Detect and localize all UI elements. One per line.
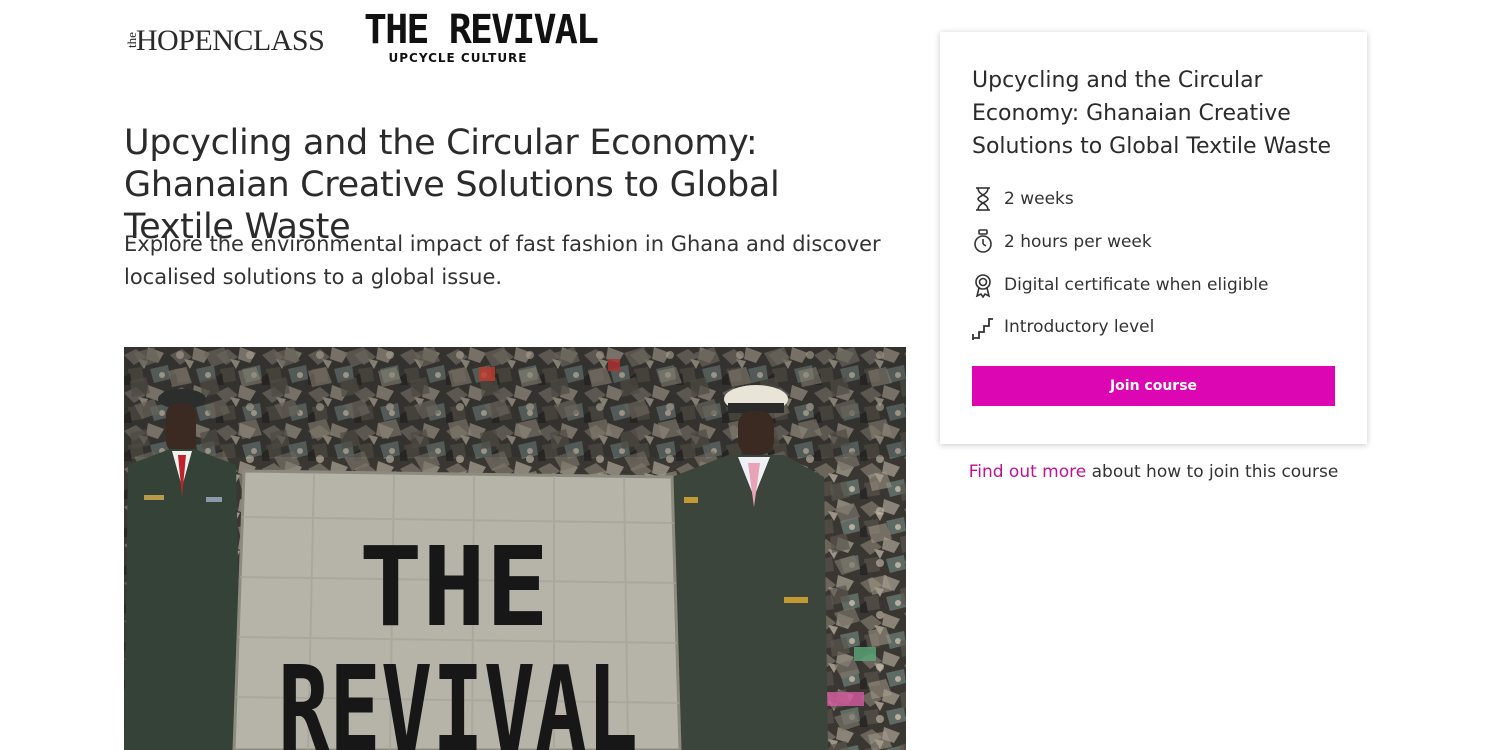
fact-weekly-hours-label: 2 hours per week (1004, 232, 1152, 253)
fact-duration: 2 weeks (972, 178, 1268, 221)
stopwatch-icon (972, 229, 994, 255)
course-hero-image: THE REVIVAL (124, 347, 906, 750)
join-course-button[interactable]: Join course (972, 366, 1335, 406)
hopenclass-logo-prefix: the (123, 32, 139, 48)
fact-duration-label: 2 weeks (1004, 189, 1074, 210)
banner-line-1: THE (359, 523, 549, 651)
hourglass-icon (972, 186, 994, 212)
the-revival-logo-main: THE REVIVAL (363, 7, 599, 53)
fact-level: Introductory level (972, 306, 1268, 349)
find-out-more-rest: about how to join this course (1086, 462, 1339, 482)
banner-line-2: REVIVAL (278, 640, 638, 750)
fact-certificate-label: Digital certificate when eligible (1004, 274, 1269, 295)
course-description: Explore the environmental impact of fast… (124, 232, 881, 289)
the-revival-logo-sub: UPCYCLE CULTURE (388, 51, 528, 65)
steps-icon (972, 314, 994, 341)
find-out-more-link[interactable]: Find out more (969, 462, 1087, 482)
course-info-card: Upcycling and the Circular Economy: Ghan… (940, 32, 1367, 444)
the-revival-logo[interactable]: THE REVIVAL UPCYCLE CULTURE (360, 7, 599, 65)
revival-banner: THE REVIVAL (232, 469, 682, 750)
fact-weekly-hours: 2 hours per week (972, 221, 1268, 264)
find-out-more-text: Find out more about how to join this cou… (940, 462, 1367, 482)
course-facts-list: 2 weeks 2 hours per week Digital certifi… (972, 178, 1268, 349)
fact-level-label: Introductory level (1004, 317, 1155, 338)
fact-certificate: Digital certificate when eligible (972, 263, 1268, 306)
hopenclass-logo[interactable]: theHOPENCLASS (123, 24, 325, 58)
certificate-icon (972, 272, 994, 299)
card-course-title: Upcycling and the Circular Economy: Ghan… (972, 68, 1332, 159)
hopenclass-logo-text: HOPENCLASS (135, 24, 325, 57)
